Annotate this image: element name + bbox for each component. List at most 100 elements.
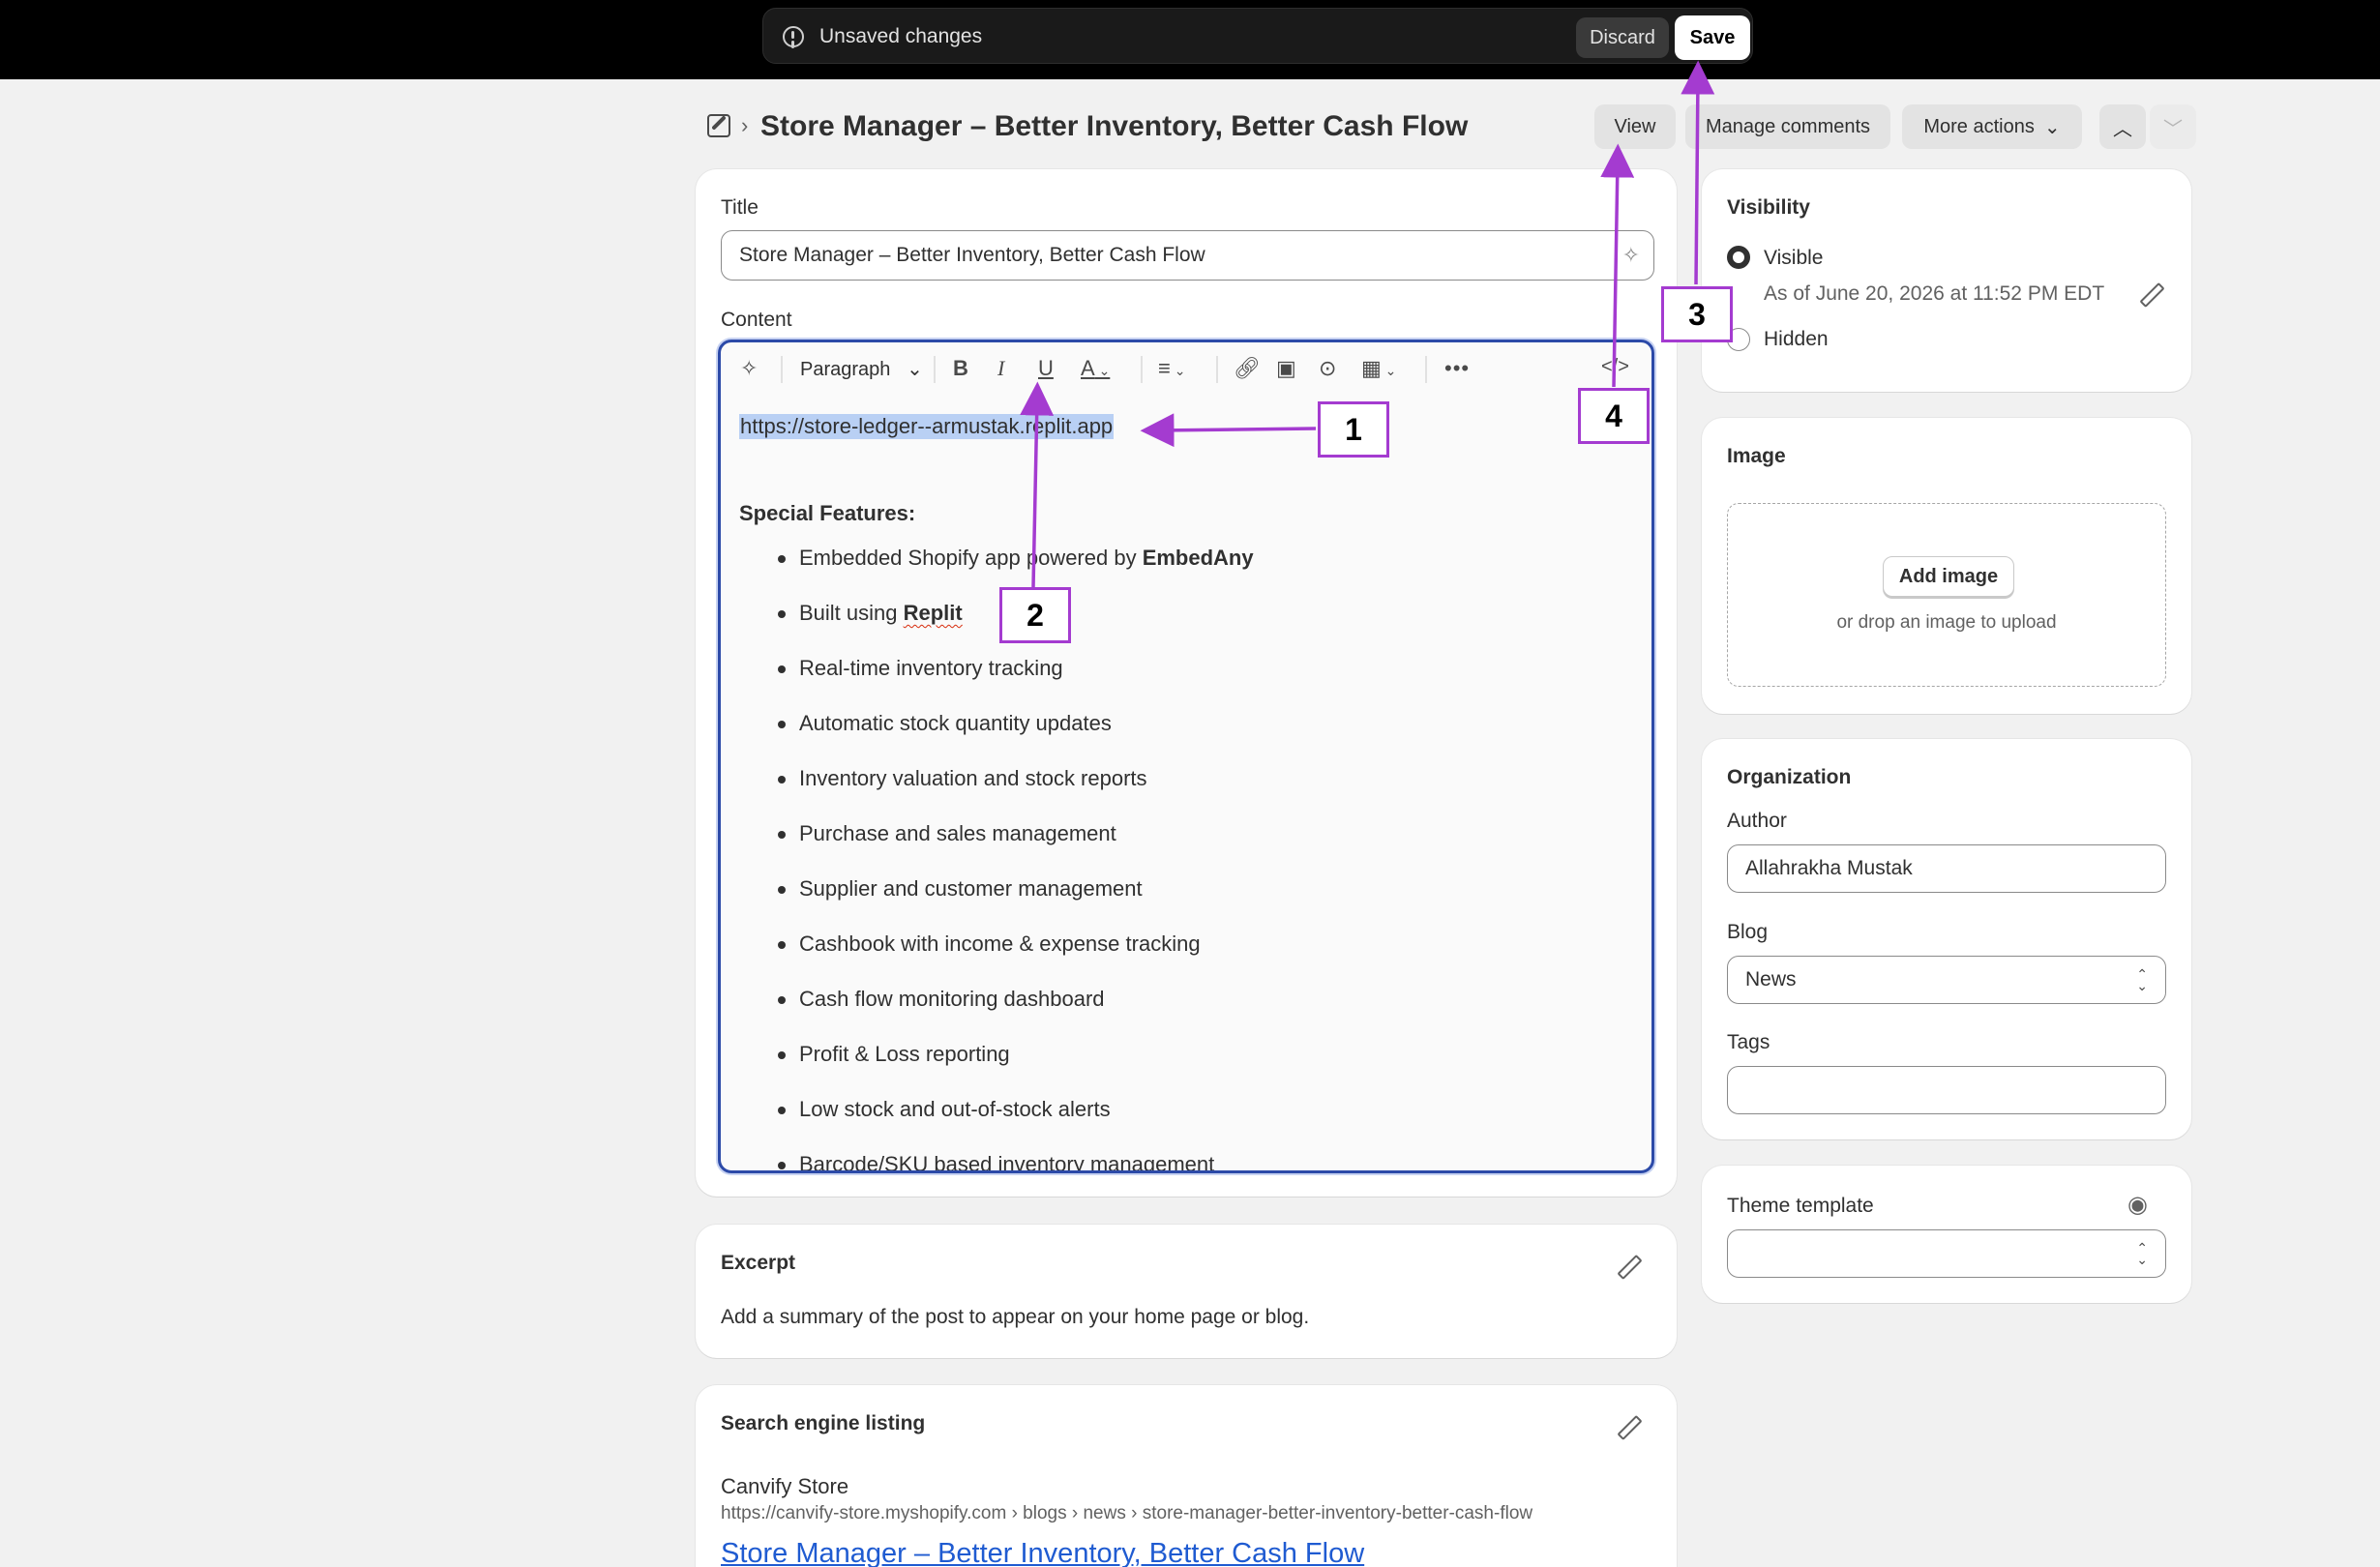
align-left-icon[interactable]: ≡ ⌄	[1158, 356, 1185, 381]
toolbar-divider	[781, 356, 783, 383]
top-bar: Unsaved changes Discard Save	[0, 0, 2380, 79]
eye-icon[interactable]: ◉	[2127, 1191, 2148, 1219]
list-item: Profit & Loss reporting	[778, 1042, 1254, 1097]
visible-label: Visible	[1764, 247, 1824, 269]
theme-template-select[interactable]: ⌃ ⌄	[1727, 1229, 2166, 1278]
excerpt-hint: Add a summary of the post to appear on y…	[721, 1306, 1310, 1328]
chevron-up-icon: ︿	[2113, 118, 2132, 140]
table-icon[interactable]: ▦ ⌄	[1361, 356, 1396, 381]
video-icon[interactable]: ⊙	[1319, 356, 1336, 381]
list-item: Inventory valuation and stock reports	[778, 766, 1254, 821]
author-label: Author	[1727, 810, 1787, 832]
seo-title: Search engine listing	[721, 1412, 926, 1434]
toolbar-divider	[1425, 356, 1427, 383]
underline-icon[interactable]: U	[1038, 356, 1054, 381]
list-item: Purchase and sales management	[778, 821, 1254, 876]
seo-preview-link[interactable]: Store Manager – Better Inventory, Better…	[721, 1538, 1364, 1567]
annotation-label-2: 2	[999, 587, 1071, 643]
image-dropzone[interactable]: Add image or drop an image to upload	[1727, 503, 2166, 687]
select-arrows-icon: ⌃ ⌄	[2136, 1240, 2148, 1267]
theme-template-card: Theme template ◉ ⌃ ⌄	[1702, 1166, 2191, 1303]
toolbar-divider	[1141, 356, 1143, 383]
blog-select[interactable]: News ⌃ ⌄	[1727, 956, 2166, 1004]
chevron-right-icon: ›	[741, 113, 749, 137]
image-title: Image	[1727, 445, 1786, 467]
selected-url-text[interactable]: https://store-ledger--armustak.replit.ap…	[739, 414, 1115, 439]
editor-toolbar: ✧ Paragraph ⌄ B I U A ⌄ ≡ ⌄ 🔗︎ ▣ ⊙ ▦ ⌄ •…	[721, 342, 1651, 397]
title-input-value: Store Manager – Better Inventory, Better…	[739, 244, 1205, 266]
annotation-label-4: 4	[1578, 388, 1650, 444]
image-card: Image Add image or drop an image to uplo…	[1702, 418, 2191, 714]
content-label: Content	[721, 309, 792, 331]
rich-text-editor[interactable]: ✧ Paragraph ⌄ B I U A ⌄ ≡ ⌄ 🔗︎ ▣ ⊙ ▦ ⌄ •…	[718, 340, 1654, 1173]
search-engine-listing-card: Search engine listing Canvify Store http…	[696, 1385, 1677, 1567]
magic-sparkle-icon[interactable]: ✧	[740, 356, 758, 381]
page-title: Store Manager – Better Inventory, Better…	[760, 110, 1469, 142]
excerpt-card: Excerpt Add a summary of the post to app…	[696, 1225, 1677, 1358]
blog-label: Blog	[1727, 921, 1769, 943]
italic-icon[interactable]: I	[997, 356, 1004, 381]
save-button[interactable]: Save	[1675, 15, 1750, 60]
pencil-icon[interactable]	[1617, 1256, 1638, 1277]
theme-template-label: Theme template	[1727, 1195, 1874, 1217]
visible-date: As of June 20, 2026 at 11:52 PM EDT	[1764, 282, 2105, 305]
drop-hint: or drop an image to upload	[1836, 612, 2057, 633]
text-color-icon[interactable]: A ⌄	[1081, 356, 1110, 381]
more-horizontal-icon[interactable]: •••	[1444, 356, 1470, 381]
seo-url: https://canvify-store.myshopify.com › bl…	[721, 1503, 1533, 1523]
tags-input[interactable]	[1727, 1066, 2166, 1114]
contextual-save-bar: Unsaved changes Discard Save	[762, 8, 1753, 64]
list-item-text: Built using	[799, 601, 904, 625]
list-item-text: Embedded Shopify app powered by	[799, 546, 1143, 570]
list-item-bold: Replit	[903, 601, 963, 625]
chevron-down-icon: ⌄	[907, 359, 923, 380]
bold-icon[interactable]: B	[953, 356, 968, 381]
visible-radio[interactable]	[1727, 246, 1750, 269]
organization-card: Organization Author Allahrakha Mustak Bl…	[1702, 739, 2191, 1139]
link-icon[interactable]: 🔗︎	[1234, 356, 1261, 381]
discard-button[interactable]: Discard	[1576, 17, 1669, 58]
toolbar-divider	[1216, 356, 1218, 383]
annotation-label-3: 3	[1661, 286, 1733, 342]
image-icon[interactable]: ▣	[1276, 356, 1296, 381]
blog-value: News	[1745, 968, 1797, 990]
features-heading: Special Features:	[739, 501, 916, 525]
list-item: Supplier and customer management	[778, 876, 1254, 931]
view-button[interactable]: View	[1594, 104, 1676, 149]
code-view-icon[interactable]: </>	[1601, 356, 1629, 378]
paragraph-format-select[interactable]: Paragraph ⌄	[800, 357, 923, 381]
next-post-button[interactable]: ﹀	[2150, 104, 2196, 149]
list-item-bold: EmbedAny	[1142, 546, 1254, 570]
author-input[interactable]: Allahrakha Mustak	[1727, 844, 2166, 893]
previous-post-button[interactable]: ︿	[2099, 104, 2146, 149]
toolbar-divider	[934, 356, 936, 383]
pencil-icon[interactable]	[1617, 1416, 1638, 1437]
tags-label: Tags	[1727, 1031, 1770, 1053]
pencil-icon[interactable]	[2139, 283, 2160, 305]
list-item: Cashbook with income & expense tracking	[778, 931, 1254, 987]
add-image-button[interactable]: Add image	[1883, 556, 2014, 597]
more-actions-button[interactable]: More actions ⌄	[1902, 104, 2082, 149]
post-content-card: Title Store Manager – Better Inventory, …	[696, 169, 1677, 1197]
annotation-label-1: 1	[1318, 401, 1389, 458]
author-value: Allahrakha Mustak	[1745, 857, 1913, 879]
chevron-down-icon: ⌄	[2043, 116, 2061, 138]
list-item: Barcode/SKU based inventory management	[778, 1152, 1254, 1170]
title-label: Title	[721, 196, 759, 219]
select-arrows-icon: ⌃ ⌄	[2136, 966, 2148, 993]
manage-comments-button[interactable]: Manage comments	[1685, 104, 1890, 149]
visibility-card: Visibility Visible As of June 20, 2026 a…	[1702, 169, 2191, 392]
excerpt-title: Excerpt	[721, 1252, 796, 1274]
alert-circle-icon	[783, 26, 804, 47]
page-header: › Store Manager – Better Inventory, Bett…	[704, 102, 2196, 150]
title-input[interactable]: Store Manager – Better Inventory, Better…	[721, 230, 1654, 281]
chevron-down-icon: ﹀	[2163, 118, 2183, 140]
list-item: Real-time inventory tracking	[778, 656, 1254, 711]
edit-document-icon[interactable]	[707, 114, 730, 137]
hidden-label: Hidden	[1764, 328, 1829, 350]
visibility-title: Visibility	[1727, 196, 1810, 219]
unsaved-changes-message: Unsaved changes	[819, 25, 983, 47]
sparkle-icon[interactable]: ✧	[1622, 243, 1640, 268]
organization-title: Organization	[1727, 766, 1852, 788]
list-item: Low stock and out-of-stock alerts	[778, 1097, 1254, 1152]
